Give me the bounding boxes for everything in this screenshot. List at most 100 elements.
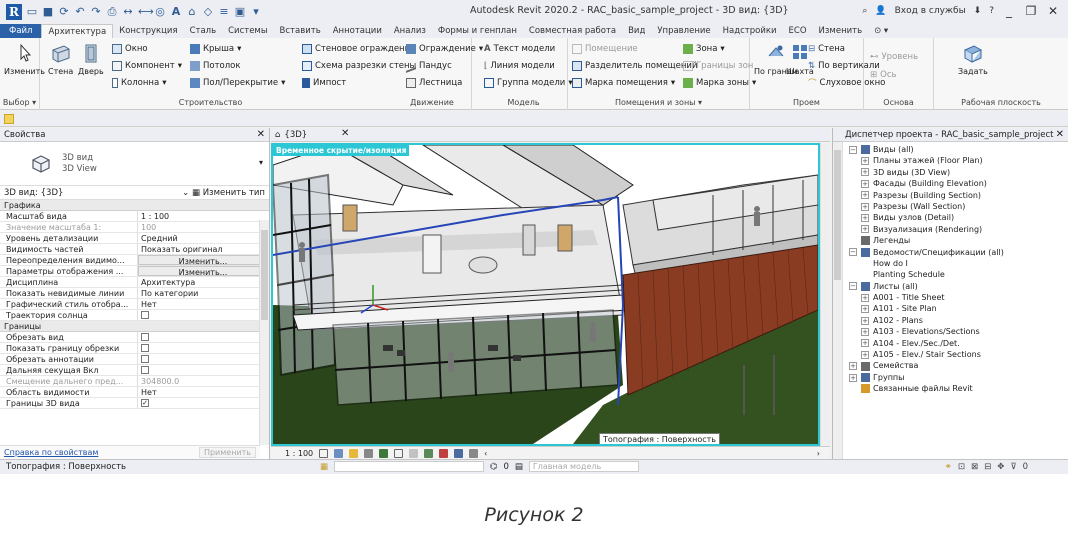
scrollbar-thumb[interactable] xyxy=(261,230,268,320)
exchange-icon[interactable]: ⬇ xyxy=(974,6,982,16)
ceiling-button[interactable]: Потолок xyxy=(190,59,241,73)
property-value[interactable]: По категории xyxy=(138,288,269,298)
filter-icon[interactable]: ⊽ xyxy=(1010,462,1016,472)
room-panel-title[interactable]: Помещения и зоны ▾ xyxy=(568,98,749,107)
shadows-icon[interactable] xyxy=(364,448,374,458)
browser-item[interactable]: + Виды узлов (Detail) xyxy=(833,212,1068,223)
expand-icon[interactable]: + xyxy=(861,202,869,211)
expand-icon[interactable]: + xyxy=(861,350,869,359)
properties-section[interactable]: Графика xyxy=(0,200,269,211)
browser-item[interactable]: − Листы (all) xyxy=(833,281,1068,292)
browser-item[interactable]: + Разрезы (Wall Section) xyxy=(833,201,1068,212)
room-separator-button[interactable]: Разделитель помещений xyxy=(572,59,697,73)
tab-collaborate[interactable]: Совместная работа xyxy=(523,24,622,38)
reveal-hidden-icon[interactable] xyxy=(454,448,464,458)
tag-room-button[interactable]: Марка помещения ▾ xyxy=(572,76,675,90)
tab-file[interactable]: Файл xyxy=(0,24,42,38)
property-checkbox[interactable] xyxy=(138,354,269,364)
type-dropdown-icon[interactable]: ▾ xyxy=(259,158,263,167)
properties-section[interactable]: Границы xyxy=(0,321,269,332)
tab-architecture[interactable]: Архитектура xyxy=(41,24,114,38)
expand-icon[interactable]: + xyxy=(861,293,869,302)
wall-button[interactable]: Стена xyxy=(48,42,73,76)
level-button[interactable]: ⊷ Уровень xyxy=(870,50,918,64)
browser-item[interactable]: + Разрезы (Building Section) xyxy=(833,190,1068,201)
section-icon[interactable]: ◇ xyxy=(202,6,214,18)
browser-item[interactable]: +3D виды (3D View) xyxy=(833,167,1068,178)
worksets-icon[interactable]: ▦ xyxy=(320,462,328,472)
tab-structure[interactable]: Конструкция xyxy=(113,24,183,38)
tab-insert[interactable]: Вставить xyxy=(274,24,327,38)
measure-icon[interactable]: ↔ xyxy=(122,6,134,18)
window-button[interactable]: Окно xyxy=(112,42,148,56)
expand-icon[interactable]: + xyxy=(861,316,869,325)
model-group-button[interactable]: Группа модели ▾ xyxy=(484,76,573,90)
expand-icon[interactable]: + xyxy=(861,339,869,348)
tab-manage[interactable]: Управление xyxy=(651,24,716,38)
browser-close-icon[interactable]: ✕ xyxy=(1056,128,1064,142)
stair-button[interactable]: Лестница xyxy=(406,76,462,90)
property-checkbox[interactable] xyxy=(138,332,269,342)
tab-addins[interactable]: Надстройки xyxy=(717,24,783,38)
expand-icon[interactable]: + xyxy=(861,214,869,223)
edit-type-button[interactable]: ⌄ ▦ Изменить тип xyxy=(182,188,265,198)
door-button[interactable]: Дверь xyxy=(78,42,104,76)
browser-item[interactable]: + Фасады (Building Elevation) xyxy=(833,178,1068,189)
tab-systems[interactable]: Системы xyxy=(222,24,273,38)
property-checkbox[interactable]: ✓ xyxy=(138,398,269,408)
property-value[interactable]: 1 : 100 xyxy=(138,211,269,221)
floor-button[interactable]: Пол/Перекрытие ▾ xyxy=(190,76,285,90)
browser-item[interactable]: + A001 - Title Sheet xyxy=(833,292,1068,303)
mullion-button[interactable]: Импост xyxy=(302,76,346,90)
roof-button[interactable]: Крыша ▾ xyxy=(190,42,241,56)
workset-combo[interactable] xyxy=(334,461,485,472)
browser-item[interactable]: Легенды xyxy=(833,235,1068,246)
checkbox[interactable] xyxy=(141,310,149,319)
browser-item[interactable]: + Планы этажей (Floor Plan) xyxy=(833,155,1068,166)
browser-item[interactable]: + A102 - Plans xyxy=(833,315,1068,326)
tab-analyze[interactable]: Анализ xyxy=(388,24,432,38)
property-checkbox[interactable] xyxy=(138,343,269,353)
browser-item[interactable]: + A105 - Elev./ Stair Sections xyxy=(833,349,1068,360)
browser-item[interactable]: + Визуализация (Rendering) xyxy=(833,224,1068,235)
property-edit-button[interactable]: Изменить... xyxy=(138,255,265,265)
binoculars-search-icon[interactable]: ⌕ xyxy=(862,6,867,16)
checkbox[interactable] xyxy=(141,365,149,374)
thin-lines-icon[interactable]: ≡ xyxy=(218,6,230,18)
area-boundary-button[interactable]: Границы зон xyxy=(683,59,753,73)
collapse-icon[interactable]: − xyxy=(849,282,857,291)
qat-dropdown-icon[interactable]: ▾ xyxy=(250,6,262,18)
expand-icon[interactable]: + xyxy=(861,305,869,314)
temporary-hide-icon[interactable] xyxy=(439,448,449,458)
property-value[interactable]: Показать оригинал xyxy=(138,244,269,254)
lock-view-icon[interactable] xyxy=(424,448,434,458)
switch-windows-icon[interactable]: ▣ xyxy=(234,6,246,18)
signin-link[interactable]: Вход в службы xyxy=(895,6,966,16)
instance-filter[interactable]: 3D вид: {3D} xyxy=(4,188,63,198)
open-icon[interactable]: ▭ xyxy=(26,6,38,18)
underlay-icon[interactable]: ⊠ xyxy=(971,462,978,472)
property-value[interactable]: Средний xyxy=(138,233,269,243)
expand-icon[interactable]: + xyxy=(861,225,869,234)
dimension-icon[interactable]: ⟷ xyxy=(138,6,154,18)
property-value[interactable]: Нет xyxy=(138,299,269,309)
render-icon[interactable] xyxy=(379,448,389,458)
pinned-icon[interactable]: ⊡ xyxy=(958,462,965,472)
tab-modify[interactable]: Изменить xyxy=(813,24,869,38)
wall-opening-button[interactable]: ⊟ Стена xyxy=(808,42,845,56)
3d-viewport[interactable]: Временное скрытие/изоляция Топография : … xyxy=(271,143,820,446)
expand-icon[interactable]: + xyxy=(861,179,869,188)
browser-item[interactable]: Связанные файлы Revit xyxy=(833,383,1068,394)
area-button[interactable]: Зона ▾ xyxy=(683,42,725,56)
set-workplane-button[interactable]: Задать xyxy=(958,42,988,76)
expand-icon[interactable]: + xyxy=(861,191,869,200)
viewport-scrollbar[interactable] xyxy=(820,143,830,446)
browser-item[interactable]: − Виды (all) xyxy=(833,144,1068,155)
design-options-icon[interactable]: ▤ xyxy=(515,462,523,472)
expand-icon[interactable]: + xyxy=(861,168,869,177)
links-icon[interactable]: ⚭ xyxy=(945,462,952,472)
properties-scrollbar[interactable] xyxy=(259,220,269,445)
model-text-button[interactable]: A Текст модели xyxy=(484,42,555,56)
curtain-system-button[interactable]: Стеновое ограждение xyxy=(302,42,415,56)
curtain-grid-button[interactable]: Схема разрезки стены xyxy=(302,59,416,73)
